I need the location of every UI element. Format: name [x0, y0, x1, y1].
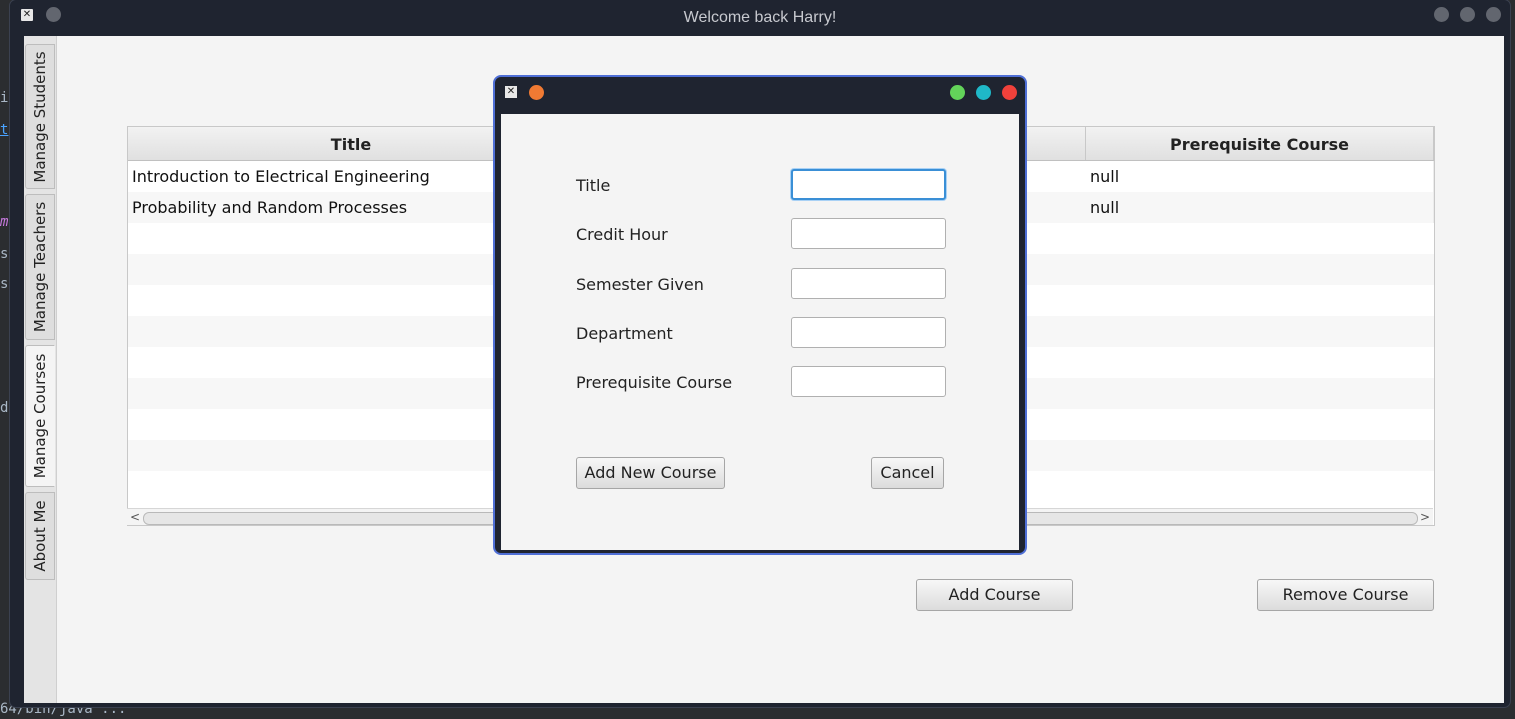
tab-manage-courses[interactable]: Manage Courses [25, 345, 55, 487]
cell-prerequisite: null [1086, 161, 1434, 192]
tab-label: About Me [31, 500, 49, 572]
ide-fragment: s [0, 246, 9, 262]
minimize-icon[interactable] [1434, 7, 1449, 22]
ide-fragment: s [0, 276, 9, 292]
ide-fragment: t [0, 122, 9, 138]
ide-fragment: d [0, 400, 9, 416]
semester-given-label: Semester Given [576, 275, 704, 294]
dialog-close-icon[interactable] [1002, 85, 1017, 100]
dialog-maximize-icon[interactable] [976, 85, 991, 100]
add-course-button[interactable]: Add Course [916, 579, 1073, 611]
add-course-dialog: ✕ Title Credit Hour Semester Given Depar… [493, 75, 1027, 555]
dialog-minimize-icon[interactable] [950, 85, 965, 100]
prerequisite-course-label: Prerequisite Course [576, 373, 733, 392]
ide-fragment: m [0, 214, 9, 230]
title-field[interactable] [791, 169, 946, 200]
tab-label: Manage Teachers [31, 201, 49, 333]
department-label: Department [576, 324, 673, 343]
tab-label: Manage Courses [31, 353, 49, 479]
cancel-button[interactable]: Cancel [871, 457, 944, 489]
main-titlebar[interactable]: ✕ Welcome back Harry! [10, 0, 1510, 36]
credit-hour-field[interactable] [791, 218, 946, 249]
scroll-left-icon[interactable]: < [130, 509, 140, 525]
tab-manage-students[interactable]: Manage Students [25, 44, 55, 189]
cell-prerequisite: null [1086, 192, 1434, 223]
app-x-icon: ✕ [505, 86, 517, 98]
tab-label: Manage Students [31, 50, 49, 183]
title-label: Title [576, 176, 611, 195]
tab-about-me[interactable]: About Me [25, 492, 55, 580]
tab-bar: Manage Students Manage Teachers Manage C… [24, 36, 57, 703]
dialog-menu-icon[interactable] [529, 85, 544, 100]
remove-course-button[interactable]: Remove Course [1257, 579, 1434, 611]
add-new-course-button[interactable]: Add New Course [576, 457, 725, 489]
maximize-icon[interactable] [1460, 7, 1475, 22]
tab-manage-teachers[interactable]: Manage Teachers [25, 194, 55, 340]
column-header-prerequisite[interactable]: Prerequisite Course [1086, 127, 1434, 160]
semester-given-field[interactable] [791, 268, 946, 299]
scroll-right-icon[interactable]: > [1420, 509, 1430, 525]
close-icon[interactable] [1486, 7, 1501, 22]
ide-fragment: i [0, 90, 9, 106]
window-title: Welcome back Harry! [683, 9, 837, 26]
dialog-body: Title Credit Hour Semester Given Departm… [501, 114, 1019, 550]
department-field[interactable] [791, 317, 946, 348]
credit-hour-label: Credit Hour [576, 225, 668, 244]
prerequisite-course-field[interactable] [791, 366, 946, 397]
